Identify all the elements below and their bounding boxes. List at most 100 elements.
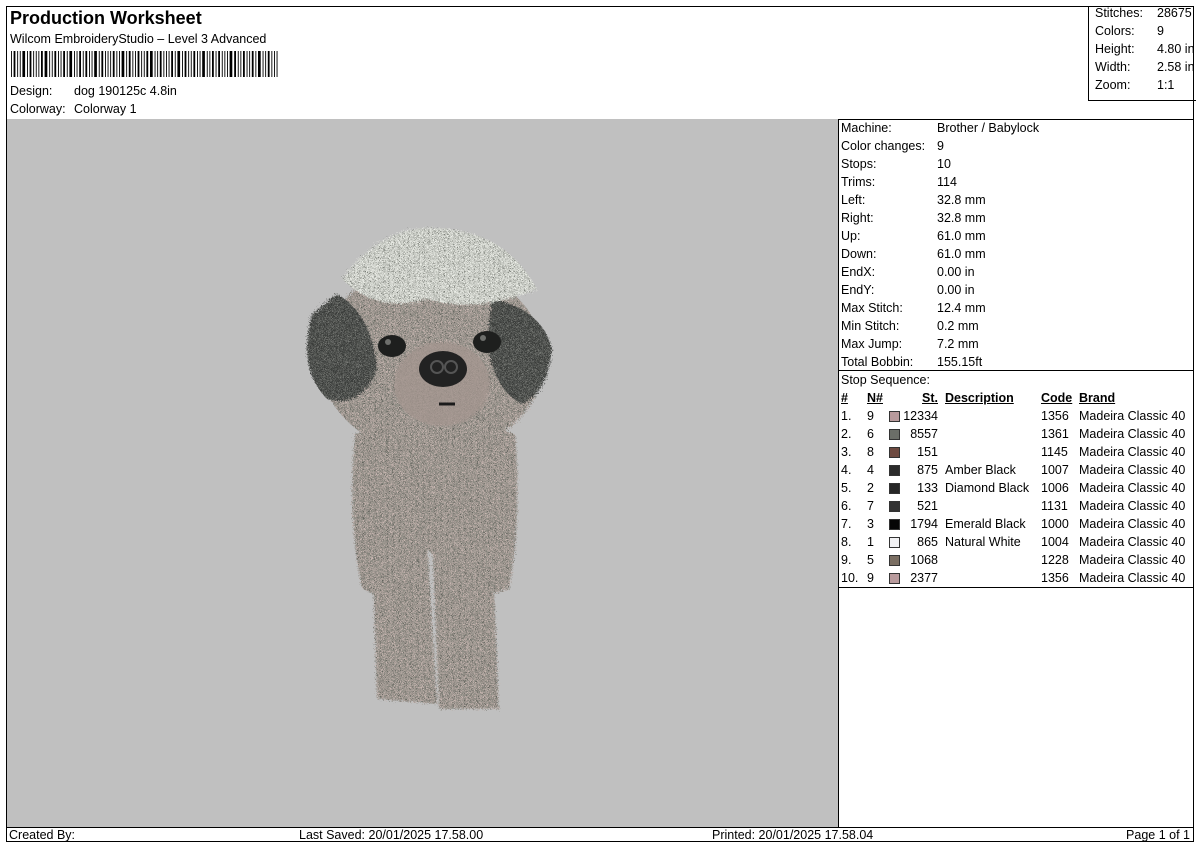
thread-code: 1131	[1041, 499, 1068, 513]
machine-info-value: 12.4 mm	[937, 301, 986, 315]
worksheet-header: Production Worksheet Wilcom EmbroiderySt…	[7, 6, 1196, 120]
stat-value: 2.58 in	[1157, 60, 1195, 74]
thread-description: Diamond Black	[945, 481, 1030, 495]
header-stitches: St.	[922, 391, 938, 405]
machine-info-value: 61.0 mm	[937, 247, 986, 261]
stat-label: Height:	[1095, 42, 1135, 56]
design-label: Design:	[10, 84, 53, 98]
thread-code: 1007	[1041, 463, 1069, 477]
machine-info-label: Trims:	[841, 175, 876, 189]
machine-info-label: Min Stitch:	[841, 319, 900, 333]
stat-value: 4.80 in	[1157, 42, 1195, 56]
stitch-count: 12334	[903, 409, 938, 423]
thread-code: 1228	[1041, 553, 1069, 567]
stitch-count: 133	[917, 481, 938, 495]
row-number: 9.	[841, 553, 852, 567]
stop-sequence-title: Stop Sequence:	[841, 373, 930, 387]
thread-brand: Madeira Classic 40	[1079, 499, 1186, 513]
machine-info-value: 9	[937, 139, 944, 153]
machine-info-label: EndY:	[841, 283, 875, 297]
header-needle: N#	[867, 391, 883, 405]
thread-description: Emerald Black	[945, 517, 1026, 531]
stitch-count: 2377	[910, 571, 938, 585]
row-number: 3.	[841, 445, 852, 459]
barcode	[11, 51, 278, 77]
stitch-count: 521	[917, 499, 938, 513]
thread-brand: Madeira Classic 40	[1079, 571, 1186, 585]
thread-brand: Madeira Classic 40	[1079, 535, 1186, 549]
thread-brand: Madeira Classic 40	[1079, 481, 1186, 495]
color-swatch	[889, 465, 900, 476]
needle-number: 7	[867, 499, 874, 513]
machine-info-label: Right:	[841, 211, 874, 225]
machine-info-value: 114	[937, 175, 957, 189]
stat-label: Colors:	[1095, 24, 1135, 38]
row-number: 2.	[841, 427, 852, 441]
row-number: 8.	[841, 535, 852, 549]
worksheet-footer: Created By: Last Saved: 20/01/2025 17.58…	[7, 827, 1194, 843]
stitch-count: 875	[917, 463, 938, 477]
row-number: 10.	[841, 571, 859, 585]
stat-colors: Colors: 9	[1095, 24, 1195, 42]
thread-brand: Madeira Classic 40	[1079, 409, 1186, 423]
thread-brand: Madeira Classic 40	[1079, 427, 1186, 441]
design-stats-box: Stitches: 28675 Colors: 9 Height: 4.80 i…	[1088, 6, 1196, 101]
machine-info-value: 0.2 mm	[937, 319, 979, 333]
row-number: 4.	[841, 463, 852, 477]
header-brand: Brand	[1079, 391, 1116, 405]
needle-number: 6	[867, 427, 874, 441]
header-num: #	[841, 391, 848, 405]
stat-value: 9	[1157, 24, 1164, 38]
stat-value: 28675	[1157, 6, 1192, 20]
color-swatch	[889, 429, 900, 440]
thread-brand: Madeira Classic 40	[1079, 445, 1186, 459]
stat-label: Zoom:	[1095, 78, 1131, 92]
row-number: 1.	[841, 409, 852, 423]
needle-number: 4	[867, 463, 874, 477]
machine-info-label: Down:	[841, 247, 877, 261]
machine-info-value: 155.15ft	[937, 355, 983, 369]
thread-code: 1361	[1041, 427, 1069, 441]
stat-width: Width: 2.58 in	[1095, 60, 1195, 78]
machine-info-value: 10	[937, 157, 951, 171]
machine-info-label: Up:	[841, 229, 861, 243]
thread-brand: Madeira Classic 40	[1079, 553, 1186, 567]
color-swatch	[889, 483, 900, 494]
machine-info-value: Brother / Babylock	[937, 121, 1040, 135]
thread-code: 1145	[1041, 445, 1068, 459]
thread-code: 1356	[1041, 571, 1069, 585]
machine-info-value: 7.2 mm	[937, 337, 979, 351]
last-saved: Last Saved: 20/01/2025 17.58.00	[299, 828, 484, 842]
thread-code: 1000	[1041, 517, 1069, 531]
stitch-count: 151	[917, 445, 938, 459]
header-description: Description	[945, 391, 1014, 405]
machine-info-section: Machine: Brother / Babylock Color changes:…	[839, 119, 1194, 371]
stitch-count: 8557	[910, 427, 938, 441]
needle-number: 2	[867, 481, 874, 495]
color-swatch	[889, 411, 900, 422]
color-swatch	[889, 573, 900, 584]
embroidery-dog-image	[307, 227, 552, 709]
thread-code: 1356	[1041, 409, 1069, 423]
machine-info-label: Stops:	[841, 157, 877, 171]
page-number: Page 1 of 1	[1126, 828, 1190, 842]
colorway-label: Colorway:	[10, 102, 66, 116]
machine-info-label: Max Stitch:	[841, 301, 903, 315]
stat-zoom: Zoom: 1:1	[1095, 78, 1195, 96]
machine-info-value: 32.8 mm	[937, 211, 986, 225]
needle-number: 9	[867, 571, 874, 585]
stat-value: 1:1	[1157, 78, 1175, 92]
info-panel: Machine: Brother / Babylock Color changes:…	[839, 119, 1194, 827]
thread-code: 1004	[1041, 535, 1069, 549]
page-title: Production Worksheet	[10, 8, 202, 28]
thread-description: Amber Black	[945, 463, 1016, 477]
color-swatch	[889, 555, 900, 566]
stitch-count: 1068	[910, 553, 938, 567]
row-number: 6.	[841, 499, 852, 513]
machine-info-label: Machine:	[841, 121, 892, 135]
color-swatch	[889, 501, 900, 512]
machine-info-value: 0.00 in	[937, 283, 975, 297]
created-by: Created By:	[9, 828, 76, 842]
machine-info-label: Left:	[841, 193, 866, 207]
software-subtitle: Wilcom EmbroideryStudio – Level 3 Advanc…	[10, 32, 267, 46]
